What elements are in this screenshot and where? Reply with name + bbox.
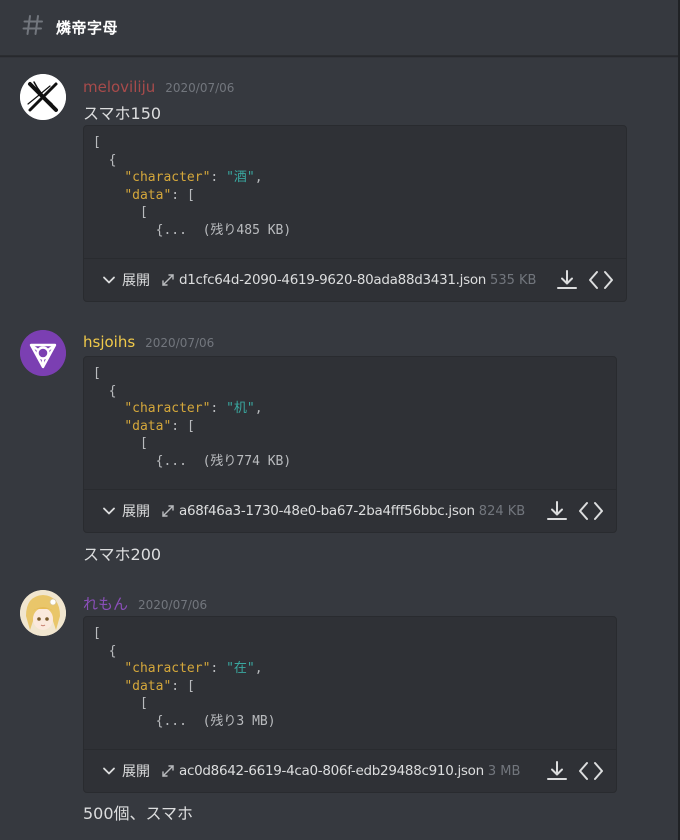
filename[interactable]: a68f46a3-1730-48e0-ba67-2ba4fff56bbc.jso… <box>179 503 475 519</box>
chevron-down-icon <box>103 507 115 515</box>
avatar[interactable] <box>20 74 66 120</box>
file-link[interactable]: ac0d8642-6619-4ca0-806f-edb29488c910.jso… <box>160 763 520 779</box>
expand-label: 展開 <box>122 764 150 780</box>
message-text: スマホ150 <box>83 104 162 123</box>
file-attachment: [ { "character": "机", "data": [ [ {... (… <box>83 356 617 533</box>
download-icon[interactable] <box>546 760 568 782</box>
download-icon[interactable] <box>546 500 568 522</box>
expand-button[interactable]: 展開 <box>102 501 150 521</box>
code-preview: [ { "character": "机", "data": [ [ {... (… <box>93 366 292 469</box>
file-size: 535 KB <box>490 272 537 288</box>
code-brackets-icon[interactable] <box>588 269 614 291</box>
avatar[interactable] <box>20 330 66 376</box>
file-link[interactable]: d1cfc64d-2090-4619-9620-80ada88d3431.jso… <box>160 272 536 288</box>
file-attachment: [ { "character": "在", "data": [ [ {... (… <box>83 616 617 793</box>
expand-button[interactable]: 展開 <box>102 761 150 781</box>
filename[interactable]: d1cfc64d-2090-4619-9620-80ada88d3431.jso… <box>179 272 486 288</box>
expand-label: 展開 <box>122 273 150 289</box>
expand-arrows-icon <box>162 765 174 777</box>
code-brackets-icon[interactable] <box>578 760 604 782</box>
attachment-footer: 展開 a68f46a3-1730-48e0-ba67-2ba4fff56bbc.… <box>84 489 616 532</box>
chevron-down-icon <box>103 767 115 775</box>
file-size: 824 KB <box>478 503 526 519</box>
expand-button[interactable]: 展開 <box>102 270 150 290</box>
timestamp: 2020/07/06 <box>145 336 215 350</box>
code-preview: [ { "character": "酒", "data": [ [ {... (… <box>93 135 292 238</box>
username[interactable]: れもん <box>83 593 128 614</box>
expand-arrows-icon <box>162 505 174 517</box>
attachment-footer: 展開 ac0d8642-6619-4ca0-806f-edb29488c910.… <box>84 749 616 792</box>
expand-arrows-icon <box>162 274 174 286</box>
file-attachment: [ { "character": "酒", "data": [ [ {... (… <box>83 125 627 302</box>
timestamp: 2020/07/06 <box>165 81 235 95</box>
file-size: 3 MB <box>487 763 521 779</box>
message-text: スマホ200 <box>83 545 162 564</box>
file-link[interactable]: a68f46a3-1730-48e0-ba67-2ba4fff56bbc.jso… <box>160 503 525 519</box>
code-preview: [ { "character": "在", "data": [ [ {... (… <box>93 626 276 729</box>
chevron-down-icon <box>103 276 115 284</box>
message-text: 500個、スマホ <box>83 804 194 823</box>
channel-name: 燐帝字母 <box>56 19 119 37</box>
filename[interactable]: ac0d8642-6619-4ca0-806f-edb29488c910.jso… <box>179 763 484 779</box>
username[interactable]: meloviliju <box>83 78 155 96</box>
username[interactable]: hsjoihs <box>83 333 135 351</box>
channel-header: 燐帝字母 <box>0 0 678 56</box>
attachment-footer: 展開 d1cfc64d-2090-4619-9620-80ada88d3431.… <box>84 258 626 301</box>
expand-label: 展開 <box>122 504 150 520</box>
timestamp: 2020/07/06 <box>138 598 208 612</box>
avatar[interactable] <box>20 590 66 636</box>
download-icon[interactable] <box>556 269 578 291</box>
hash-icon <box>22 14 46 41</box>
code-brackets-icon[interactable] <box>578 500 604 522</box>
